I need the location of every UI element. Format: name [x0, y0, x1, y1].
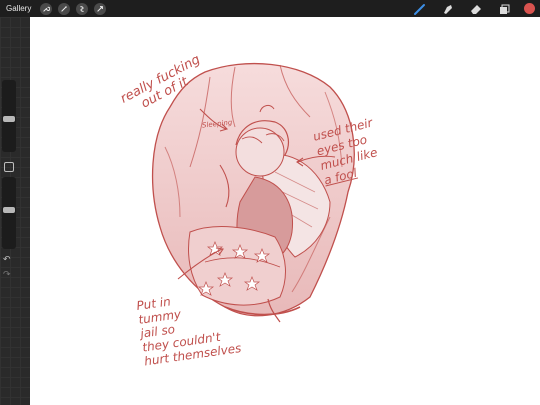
- gallery-button[interactable]: Gallery: [6, 4, 31, 13]
- redo-icon[interactable]: ↷: [3, 269, 11, 280]
- color-picker-button[interactable]: [524, 3, 535, 14]
- left-sidebar: ↶ ↷: [0, 17, 30, 405]
- drawing-canvas[interactable]: really fucking out of it used their eyes…: [30, 17, 540, 405]
- smudge-icon[interactable]: [440, 2, 456, 16]
- annotation-bottom-left: Put in tummy jail so they couldn't hurt …: [136, 286, 243, 368]
- opacity-slider[interactable]: [2, 177, 16, 249]
- wrench-icon[interactable]: [40, 2, 53, 15]
- brush-size-handle[interactable]: [3, 116, 15, 123]
- undo-icon[interactable]: ↶: [3, 254, 11, 265]
- eraser-icon[interactable]: [468, 2, 484, 16]
- top-toolbar: Gallery: [0, 0, 540, 17]
- brush-icon[interactable]: [412, 2, 428, 16]
- sketch-artwork: [151, 63, 355, 323]
- transform-icon[interactable]: [94, 2, 107, 15]
- wand-icon[interactable]: [58, 2, 71, 15]
- opacity-handle[interactable]: [3, 206, 15, 213]
- selection-icon[interactable]: [76, 2, 89, 15]
- head: [235, 127, 285, 177]
- right-tools: [412, 0, 540, 17]
- modify-button[interactable]: [4, 162, 14, 172]
- layers-icon[interactable]: [496, 2, 512, 16]
